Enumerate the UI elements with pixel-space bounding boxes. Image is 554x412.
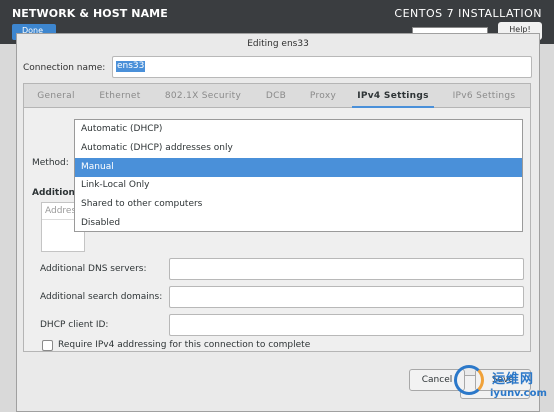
dhcp-client-id-label: DHCP client ID: bbox=[40, 320, 109, 330]
tab-ipv6-settings[interactable]: IPv6 Settings bbox=[442, 84, 526, 108]
tab-ipv4-settings[interactable]: IPv4 Settings bbox=[352, 84, 434, 108]
watermark: 运维网 iyunv.com bbox=[450, 362, 554, 412]
tab-bar: General Ethernet 802.1X Security DCB Pro… bbox=[24, 84, 530, 108]
require-ipv4-label: Require IPv4 addressing for this connect… bbox=[58, 340, 311, 350]
method-option-automatic-dhcp[interactable]: Automatic (DHCP) bbox=[75, 120, 522, 139]
dns-servers-label: Additional DNS servers: bbox=[40, 264, 147, 274]
method-label: Method: bbox=[32, 158, 69, 168]
watermark-url: iyunv.com bbox=[490, 388, 547, 399]
connection-name-value: ens33 bbox=[116, 61, 146, 72]
tab-8021x-security[interactable]: 802.1X Security bbox=[158, 84, 248, 108]
tab-ethernet[interactable]: Ethernet bbox=[90, 84, 150, 108]
method-option-shared[interactable]: Shared to other computers bbox=[75, 195, 522, 214]
spoke-title: NETWORK & HOST NAME bbox=[12, 7, 168, 20]
watermark-brand: 运维网 bbox=[492, 372, 535, 387]
search-domains-label: Additional search domains: bbox=[40, 292, 163, 302]
method-option-manual[interactable]: Manual bbox=[75, 158, 522, 177]
method-option-dhcp-addresses-only[interactable]: Automatic (DHCP) addresses only bbox=[75, 139, 522, 158]
watermark-logo-icon bbox=[454, 365, 484, 395]
product-title: CENTOS 7 INSTALLATION bbox=[394, 7, 542, 20]
tab-proxy[interactable]: Proxy bbox=[302, 84, 344, 108]
dns-servers-input[interactable] bbox=[169, 258, 524, 280]
method-dropdown-list[interactable]: Automatic (DHCP) Automatic (DHCP) addres… bbox=[74, 119, 523, 232]
tab-general[interactable]: General bbox=[30, 84, 82, 108]
dhcp-client-id-input[interactable] bbox=[169, 314, 524, 336]
require-ipv4-checkbox[interactable] bbox=[42, 340, 53, 351]
dialog-title: Editing ens33 bbox=[247, 39, 309, 49]
method-option-disabled[interactable]: Disabled bbox=[75, 214, 522, 233]
connection-name-label: Connection name: bbox=[23, 63, 106, 73]
connection-name-input[interactable]: ens33 bbox=[112, 56, 532, 78]
method-option-link-local-only[interactable]: Link-Local Only bbox=[75, 176, 522, 195]
tab-dcb[interactable]: DCB bbox=[258, 84, 294, 108]
search-domains-input[interactable] bbox=[169, 286, 524, 308]
